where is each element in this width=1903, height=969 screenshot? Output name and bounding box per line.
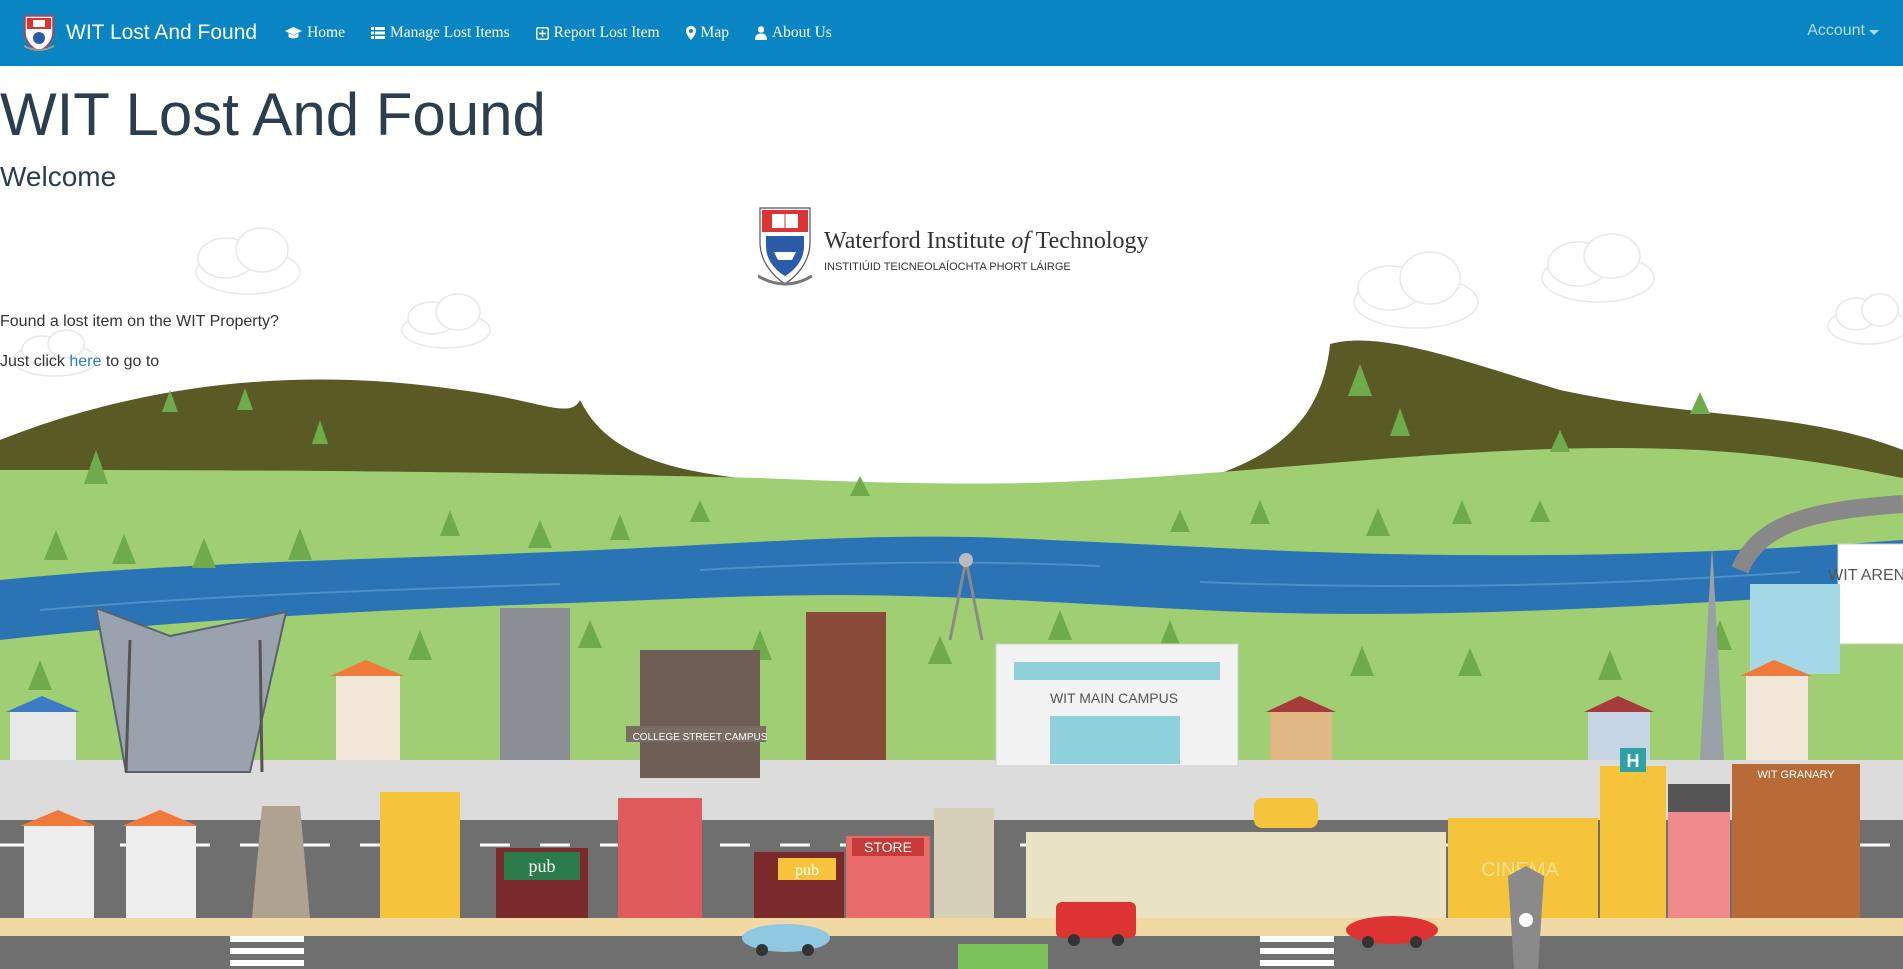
arena-label: WIT ARENA [1828,567,1903,584]
hospital-label: H [1627,751,1640,771]
store: STORE [846,836,930,918]
nav-map[interactable]: Map [685,24,729,42]
red-building [618,798,702,918]
nav-report-lost-item-label: Report Lost Item [553,24,660,41]
logo-tech: Technology [1036,228,1149,254]
account-label: Account [1807,22,1865,39]
store-label: STORE [864,839,912,855]
logo-of: of [1011,228,1033,254]
account-dropdown[interactable]: Account [1807,22,1879,40]
sidewalk [0,918,1903,936]
pub-label: pub [529,856,556,876]
found-item-question: Found a lost item on the WIT Property? [0,313,279,330]
round-tower [252,806,310,918]
main-campus-label: WIT MAIN CAMPUS [1050,690,1178,706]
logo-irish: INSTITIÚID TEICNEOLAÍOCHTA PHORT LÁIRGE [824,260,1071,273]
page-title: WIT Lost And Found [0,81,546,148]
house-orange-2 [1740,660,1812,760]
truck-green [958,944,1048,969]
logo-name: Waterford Institute [824,228,1005,254]
nav-map-label: Map [700,24,729,41]
navbar: WIT Lost And Found Home Manage Lost Item… [0,0,1903,66]
graduation-cap-icon [285,26,303,40]
list-icon [370,27,385,39]
svg-text:Waterford Institute of: Waterford Institute of Technology [824,228,1149,254]
here-link[interactable]: here [69,353,101,370]
map-marker-icon [685,26,696,40]
hospital: H [1600,748,1666,918]
pub-yellow: pub [754,852,844,918]
house-orange [330,660,404,760]
nav-home[interactable]: Home [285,24,345,42]
wit-crest-icon [23,15,55,52]
nav-home-label: Home [307,24,345,41]
granary-label: WIT GRANARY [1757,769,1835,781]
user-icon [754,26,767,40]
nav-report-lost-item[interactable]: Report Lost Item [535,24,660,42]
click-suffix: to go to [101,353,160,370]
pink-building [1668,784,1730,918]
nav-manage-lost-items-label: Manage Lost Items [389,24,510,41]
tree [1690,392,1710,414]
tower-grey [500,608,570,760]
click-prefix: Just click [0,353,70,370]
college-street-label: COLLEGE STREET CAMPUS [633,732,768,743]
wit-crest-icon [758,207,813,286]
click-here-text: Just click here to go to [0,353,1903,371]
nav-about-us[interactable]: About Us [754,24,832,42]
wit-main-campus: WIT MAIN CAMPUS [995,643,1239,767]
brand-link[interactable]: WIT Lost And Found [22,14,257,52]
pub-yellow-label: pub [795,862,819,879]
house-front-1 [20,810,96,918]
building-brown [806,612,886,760]
cloud [195,227,301,295]
nav-menu: Home Manage Lost Items Report Lost Item … [285,24,858,42]
pub-green: pub [496,848,588,918]
wit-granary: WIT GRANARY [1732,764,1860,918]
brand-title: WIT Lost And Found [66,21,258,44]
welcome-subtitle: Welcome [0,161,117,192]
house-front-2 [122,810,198,918]
clock-tower [1508,866,1544,969]
campus-illustration: WIT ARENA COLLEGE STREET CAMPUS WIT MAIN… [0,227,1903,969]
bus-yellow [1254,798,1318,828]
caret-down-icon [1869,29,1879,35]
plus-square-icon [535,26,549,40]
nav-about-us-label: About Us [771,24,832,41]
nav-manage-lost-items[interactable]: Manage Lost Items [370,24,510,42]
cloud [1541,233,1655,303]
wit-institute-logo: Waterford Institute of Technology INSTIT… [758,207,1149,286]
yellow-building [380,792,460,918]
college-street: COLLEGE STREET CAMPUS [626,650,768,778]
